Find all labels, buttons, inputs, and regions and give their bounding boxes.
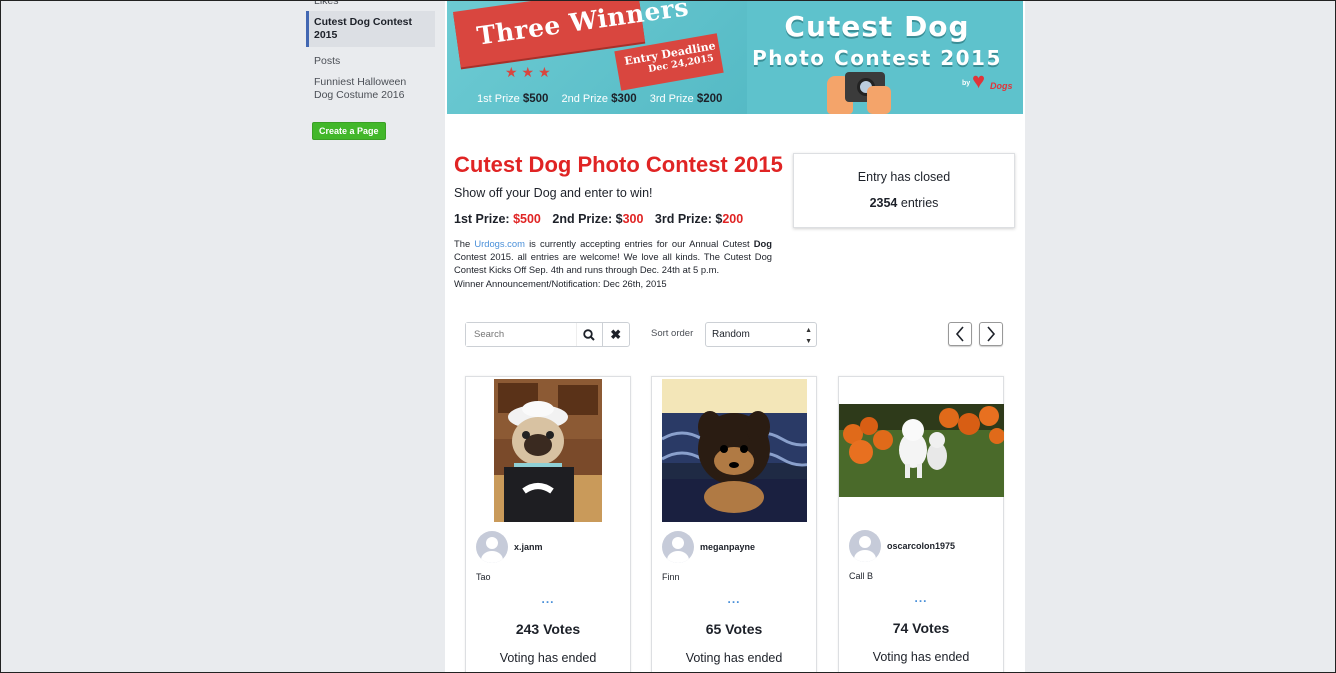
entry-username[interactable]: x.janm xyxy=(514,542,543,552)
next-page-button[interactable] xyxy=(979,322,1003,346)
prize1-value: $500 xyxy=(513,212,541,226)
search-box: ✖ xyxy=(465,322,630,347)
winner-announcement: Winner Announcement/Notification: Dec 26… xyxy=(454,277,667,289)
contest-description: The Urdogs.com is currently accepting en… xyxy=(454,237,772,290)
main-panel: Three Winners ★★★ Entry Deadline Dec 24,… xyxy=(445,0,1025,673)
entry-dog-name: Finn xyxy=(662,572,680,582)
left-sidebar: Likes Cutest Dog Contest 2015 Posts Funn… xyxy=(306,0,436,140)
entry-username[interactable]: oscarcolon1975 xyxy=(887,541,955,551)
banner-title: Cutest Dog Photo Contest 2015 xyxy=(737,10,1017,70)
banner-prize1-label: 1st Prize xyxy=(477,93,520,105)
banner-title-line2: Photo Contest 2015 xyxy=(752,46,1002,70)
entry-user: oscarcolon1975 xyxy=(849,530,955,562)
desc-text: Contest 2015. all entries are welcome! W… xyxy=(454,251,772,276)
entry-photo[interactable] xyxy=(494,379,602,522)
banner-prize2-label: 2nd Prize xyxy=(561,93,608,105)
entry-votes: 243 Votes xyxy=(515,621,581,637)
previous-page-button[interactable] xyxy=(948,322,972,346)
search-icon[interactable] xyxy=(576,323,602,346)
prize1-label: 1st Prize: xyxy=(454,212,510,226)
banner-prize2-value: $300 xyxy=(611,93,637,105)
entry-status-box: Entry has closed 2354 entries xyxy=(793,153,1015,228)
sidebar-item-halloween-contest[interactable]: Funniest Halloween Dog Costume 2016 xyxy=(306,72,436,106)
banner-prize1-value: $500 xyxy=(522,93,549,105)
prize2-value: 300 xyxy=(622,212,644,226)
more-options-icon[interactable]: ... xyxy=(652,592,816,606)
sort-order-value: Random xyxy=(712,329,750,340)
entry-card[interactable]: x.janm Tao ... 243 Votes Voting has ende… xyxy=(465,376,631,673)
entry-photo[interactable] xyxy=(662,379,807,522)
avatar[interactable] xyxy=(476,531,508,563)
banner-prize3-label: 3rd Prize xyxy=(649,93,694,105)
entry-voting-status: Voting has ended xyxy=(499,651,597,665)
entry-user: x.janm xyxy=(476,531,543,563)
prize3-label: 3rd Prize: xyxy=(654,212,712,226)
prize2-label: 2nd Prize: xyxy=(552,212,613,226)
entry-user: meganpayne xyxy=(662,531,755,563)
banner-prize3-value: $200 xyxy=(696,93,723,105)
urdogs-link[interactable]: Urdogs.com xyxy=(474,238,525,249)
desc-text: The xyxy=(454,238,475,249)
heart-icon: ♥ xyxy=(972,68,986,93)
stars-icon: ★★★ xyxy=(505,64,555,80)
urdogs-logo: by ♥ Dogs xyxy=(962,70,1014,96)
contest-tagline: Show off your Dog and enter to win! xyxy=(454,186,653,200)
more-options-icon[interactable]: ... xyxy=(466,592,630,606)
hand-illustration-right xyxy=(867,86,891,114)
entry-status: Entry has closed xyxy=(857,170,951,184)
entry-voting-status: Voting has ended xyxy=(685,651,783,665)
entry-username[interactable]: meganpayne xyxy=(700,542,755,552)
select-arrows-icon: ▲ ▼ xyxy=(805,327,812,345)
entry-dog-name: Call B xyxy=(849,571,874,581)
entry-count: 2354 entries xyxy=(794,196,1014,210)
entry-photo[interactable] xyxy=(839,404,1004,497)
entry-card[interactable]: oscarcolon1975 Call B ... 74 Votes Votin… xyxy=(838,376,1004,673)
sort-order-select[interactable]: Random ▲ ▼ xyxy=(705,322,817,347)
more-options-icon[interactable]: ... xyxy=(839,591,1003,605)
logo-brand: Dogs xyxy=(990,81,1013,91)
logo-by: by xyxy=(962,80,971,87)
entry-count-number: 2354 xyxy=(869,196,898,210)
banner-prizes: 1st Prize $500 2nd Prize $300 3rd Prize … xyxy=(477,93,732,105)
chevron-right-icon xyxy=(987,326,996,342)
banner-title-line1: Cutest Dog xyxy=(784,10,970,43)
sidebar-item-posts[interactable]: Posts xyxy=(306,51,436,72)
create-page-button[interactable]: Create a Page xyxy=(312,122,386,140)
contest-title: Cutest Dog Photo Contest 2015 xyxy=(454,152,783,177)
contest-prizes: 1st Prize: $500 2nd Prize: $300 3rd Priz… xyxy=(454,212,743,226)
chevron-left-icon xyxy=(955,326,964,342)
sort-order-label: Sort order xyxy=(651,328,694,339)
entry-dog-name: Tao xyxy=(476,572,491,582)
prize2-prefix: $ xyxy=(615,212,623,226)
desc-bold: Dog xyxy=(753,238,772,249)
sidebar-item-cutest-dog-contest[interactable]: Cutest Dog Contest 2015 xyxy=(306,11,435,47)
avatar[interactable] xyxy=(662,531,694,563)
contest-banner: Three Winners ★★★ Entry Deadline Dec 24,… xyxy=(447,0,1023,114)
entry-votes: 74 Votes xyxy=(892,620,950,636)
entry-card[interactable]: meganpayne Finn ... 65 Votes Voting has … xyxy=(651,376,817,673)
entry-voting-status: Voting has ended xyxy=(872,650,970,664)
entry-count-suffix: entries xyxy=(900,196,939,210)
avatar[interactable] xyxy=(849,530,881,562)
search-input[interactable] xyxy=(466,323,576,346)
sidebar-item-likes[interactable]: Likes xyxy=(306,0,347,12)
entry-votes: 65 Votes xyxy=(705,621,763,637)
clear-search-icon[interactable]: ✖ xyxy=(601,323,629,346)
desc-text: is currently accepting entries for our A… xyxy=(524,238,754,249)
prize3-value: 200 xyxy=(722,212,744,226)
